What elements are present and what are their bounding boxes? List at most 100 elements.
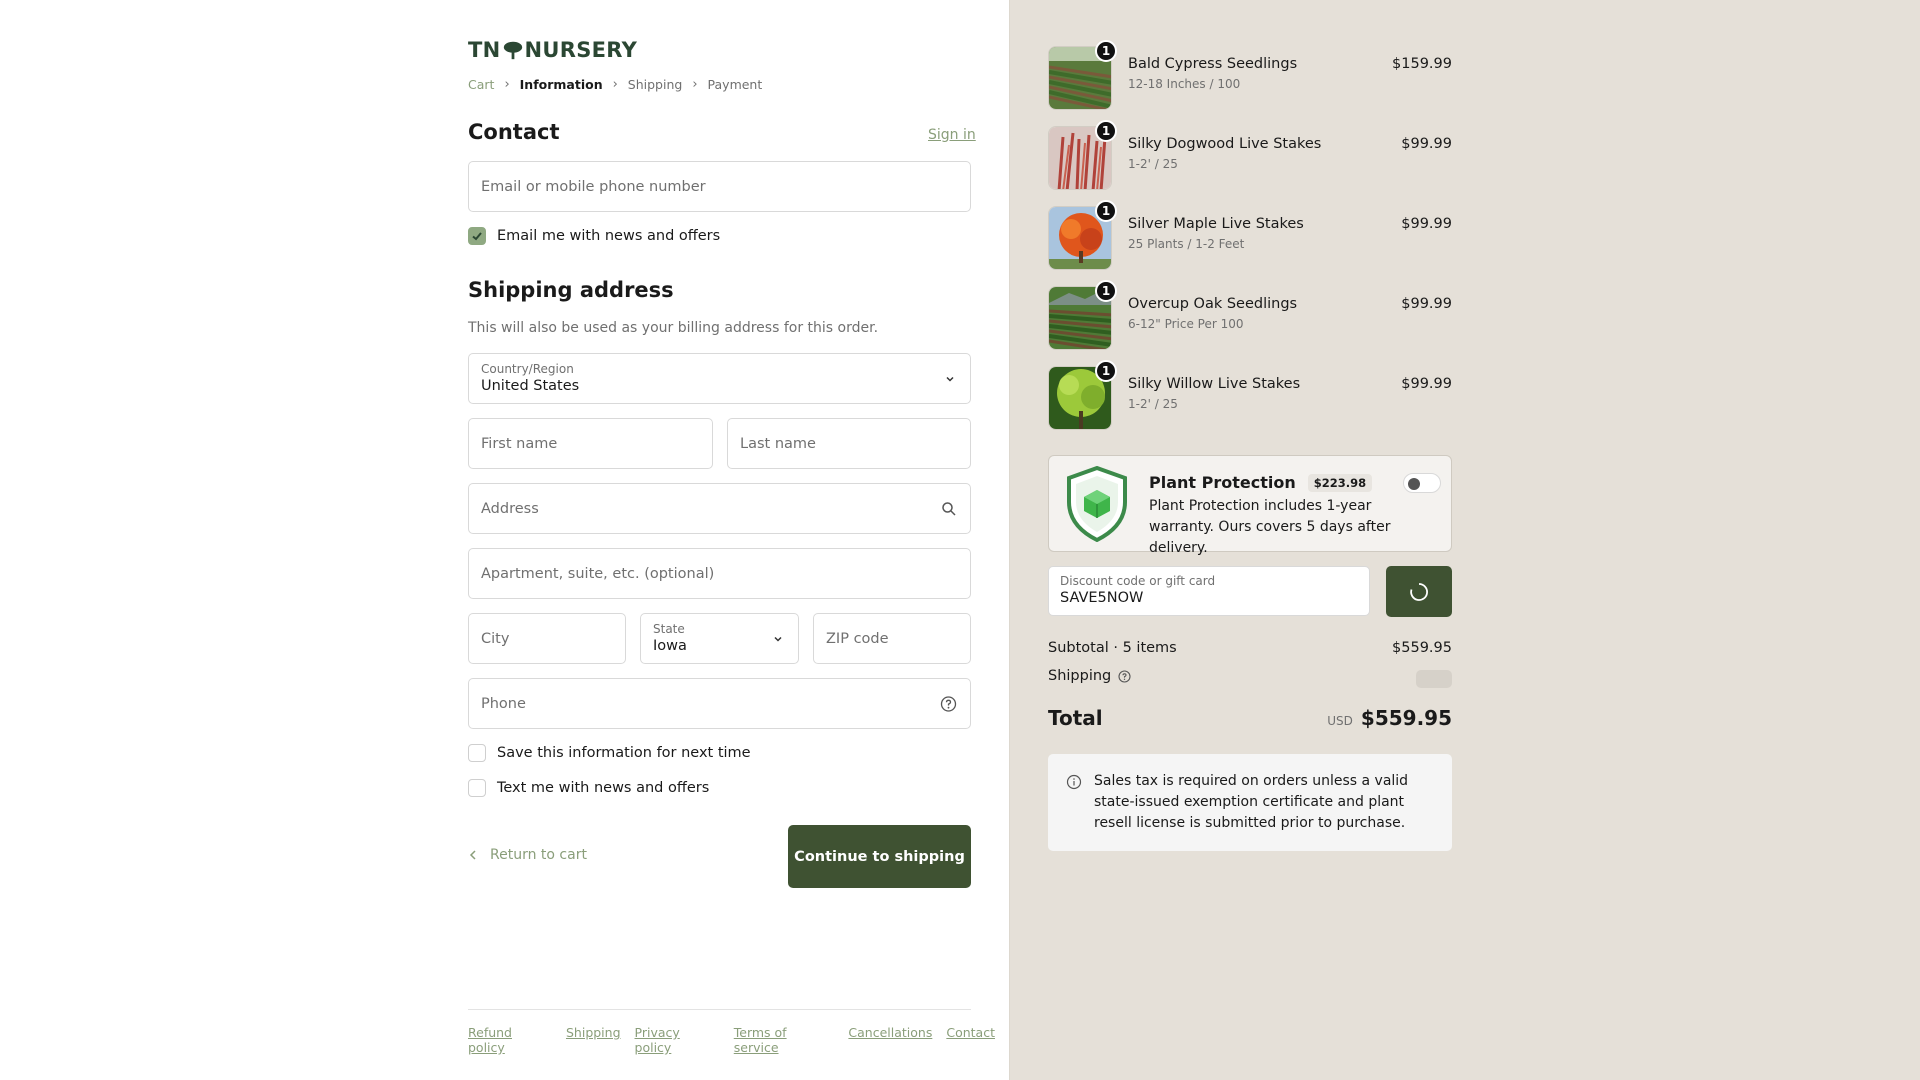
subtotal-row: Subtotal · 5 items $559.95 xyxy=(1048,640,1452,656)
protection-title: Plant Protection xyxy=(1149,473,1296,492)
item-name: Bald Cypress Seedlings xyxy=(1128,56,1298,72)
shield-icon xyxy=(1067,466,1127,542)
city-placeholder: City xyxy=(481,630,510,647)
total-label: Total xyxy=(1048,706,1103,730)
currency-code: USD xyxy=(1327,714,1353,728)
shipping-row: Shipping xyxy=(1048,668,1452,688)
footer-divider xyxy=(468,1009,971,1010)
first-name-field[interactable]: First name xyxy=(468,418,713,469)
quantity-badge: 1 xyxy=(1095,200,1117,222)
country-select[interactable]: Country/Region United States xyxy=(468,353,971,404)
address-field[interactable]: Address xyxy=(468,483,971,534)
toggle-knob xyxy=(1408,478,1420,490)
chevron-down-icon xyxy=(774,636,782,642)
cart-item: 1 Silky Willow Live Stakes 1-2' / 25 $99… xyxy=(1048,360,1452,432)
checkbox-empty-icon[interactable] xyxy=(468,779,486,797)
cart-item: 1 Silver Maple Live Stakes 25 Plants / 1… xyxy=(1048,200,1452,272)
plant-protection-card: Plant Protection $223.98 Plant Protectio… xyxy=(1048,455,1452,556)
item-name: Overcup Oak Seedlings xyxy=(1128,296,1298,312)
state-label: State xyxy=(653,622,685,636)
item-price: $99.99 xyxy=(1401,136,1452,152)
info-icon xyxy=(1066,774,1082,790)
tax-notice-text: Sales tax is required on orders unless a… xyxy=(1094,773,1409,831)
first-name-placeholder: First name xyxy=(481,435,558,452)
breadcrumb-shipping: Shipping xyxy=(627,77,683,92)
footer-link-contact[interactable]: Contact xyxy=(946,1025,995,1055)
tax-notice: Sales tax is required on orders unless a… xyxy=(1048,754,1452,851)
footer-link-terms[interactable]: Terms of service xyxy=(734,1025,835,1055)
cart-item: 1 Bald Cypress Seedlings 12-18 Inches / … xyxy=(1048,40,1452,112)
text-news-label: Text me with news and offers xyxy=(497,780,710,796)
contact-heading: Contact xyxy=(468,120,560,144)
chevron-right-icon: › xyxy=(504,77,510,92)
checkout-form-panel: TN NURSERY Cart › Information › Shipping… xyxy=(0,0,1009,1080)
apartment-field[interactable]: Apartment, suite, etc. (optional) xyxy=(468,548,971,599)
discount-value: SAVE5NOW xyxy=(1060,590,1144,606)
country-value: United States xyxy=(481,378,580,394)
email-news-label: Email me with news and offers xyxy=(497,228,721,244)
chevron-down-icon xyxy=(946,376,954,382)
search-icon xyxy=(942,501,956,516)
phone-field[interactable]: Phone xyxy=(468,678,971,729)
country-label: Country/Region xyxy=(481,362,574,376)
footer-link-shipping[interactable]: Shipping xyxy=(566,1025,621,1055)
item-variant: 6-12" Price Per 100 xyxy=(1128,317,1244,331)
item-price: $99.99 xyxy=(1401,376,1452,392)
zip-field[interactable]: ZIP code xyxy=(813,613,971,664)
save-info-label: Save this information for next time xyxy=(497,745,751,761)
chevron-right-icon: › xyxy=(692,77,698,92)
chevron-right-icon: › xyxy=(612,77,618,92)
footer-link-privacy[interactable]: Privacy policy xyxy=(635,1025,720,1055)
checkbox-checked-icon[interactable] xyxy=(468,227,486,245)
state-value: Iowa xyxy=(653,638,687,654)
item-variant: 25 Plants / 1-2 Feet xyxy=(1128,237,1245,251)
last-name-field[interactable]: Last name xyxy=(727,418,971,469)
discount-code-field[interactable]: Discount code or gift card SAVE5NOW xyxy=(1048,566,1370,616)
breadcrumb-cart[interactable]: Cart xyxy=(468,77,494,92)
footer-link-refund[interactable]: Refund policy xyxy=(468,1025,552,1055)
footer-link-cancellations[interactable]: Cancellations xyxy=(848,1025,932,1055)
quantity-badge: 1 xyxy=(1095,40,1117,62)
item-name: Silver Maple Live Stakes xyxy=(1128,216,1304,232)
help-icon[interactable] xyxy=(1118,669,1131,683)
shipping-note: This will also be used as your billing a… xyxy=(468,320,879,336)
brand-logo[interactable]: TN NURSERY xyxy=(468,38,637,62)
text-news-checkbox[interactable]: Text me with news and offers xyxy=(468,779,709,797)
email-news-checkbox[interactable]: Email me with news and offers xyxy=(468,227,720,245)
save-info-checkbox[interactable]: Save this information for next time xyxy=(468,744,751,762)
discount-label: Discount code or gift card xyxy=(1060,574,1216,588)
cart-item: 1 Overcup Oak Seedlings 6-12" Price Per … xyxy=(1048,280,1452,352)
checkbox-empty-icon[interactable] xyxy=(468,744,486,762)
shipping-heading: Shipping address xyxy=(468,278,674,302)
item-variant: 12-18 Inches / 100 xyxy=(1128,77,1241,91)
item-variant: 1-2' / 25 xyxy=(1128,157,1178,171)
last-name-placeholder: Last name xyxy=(740,435,816,452)
phone-placeholder: Phone xyxy=(481,695,526,712)
total-row: Total USD $559.95 xyxy=(1048,706,1452,730)
email-field[interactable]: Email or mobile phone number xyxy=(468,161,971,212)
help-icon[interactable] xyxy=(940,695,957,712)
city-field[interactable]: City xyxy=(468,613,626,664)
breadcrumb: Cart › Information › Shipping › Payment xyxy=(468,77,762,92)
item-price: $99.99 xyxy=(1401,296,1452,312)
quantity-badge: 1 xyxy=(1095,360,1117,382)
total-value: $559.95 xyxy=(1360,706,1452,730)
cart-item: 1 Silky Dogwood Live Stakes 1-2' / 25 $9… xyxy=(1048,120,1452,192)
return-to-cart-link[interactable]: Return to cart xyxy=(468,847,587,863)
protection-price-badge: $223.98 xyxy=(1307,473,1373,492)
continue-to-shipping-button[interactable]: Continue to shipping xyxy=(788,825,971,888)
return-to-cart-label: Return to cart xyxy=(490,847,587,863)
shipping-value-placeholder xyxy=(1416,670,1452,688)
item-name: Silky Dogwood Live Stakes xyxy=(1128,136,1322,152)
footer-links: Refund policy Shipping Privacy policy Te… xyxy=(468,1025,1009,1055)
quantity-badge: 1 xyxy=(1095,120,1117,142)
sign-in-link[interactable]: Sign in xyxy=(928,127,976,143)
subtotal-label: Subtotal · 5 items xyxy=(1048,640,1177,656)
state-select[interactable]: State Iowa xyxy=(640,613,799,664)
zip-placeholder: ZIP code xyxy=(826,630,889,647)
loading-spinner-icon xyxy=(1410,582,1428,601)
apply-discount-button[interactable] xyxy=(1386,566,1452,617)
email-placeholder: Email or mobile phone number xyxy=(481,178,706,195)
protection-title-row: Plant Protection $223.98 xyxy=(1149,473,1373,492)
protection-toggle[interactable] xyxy=(1403,473,1441,493)
